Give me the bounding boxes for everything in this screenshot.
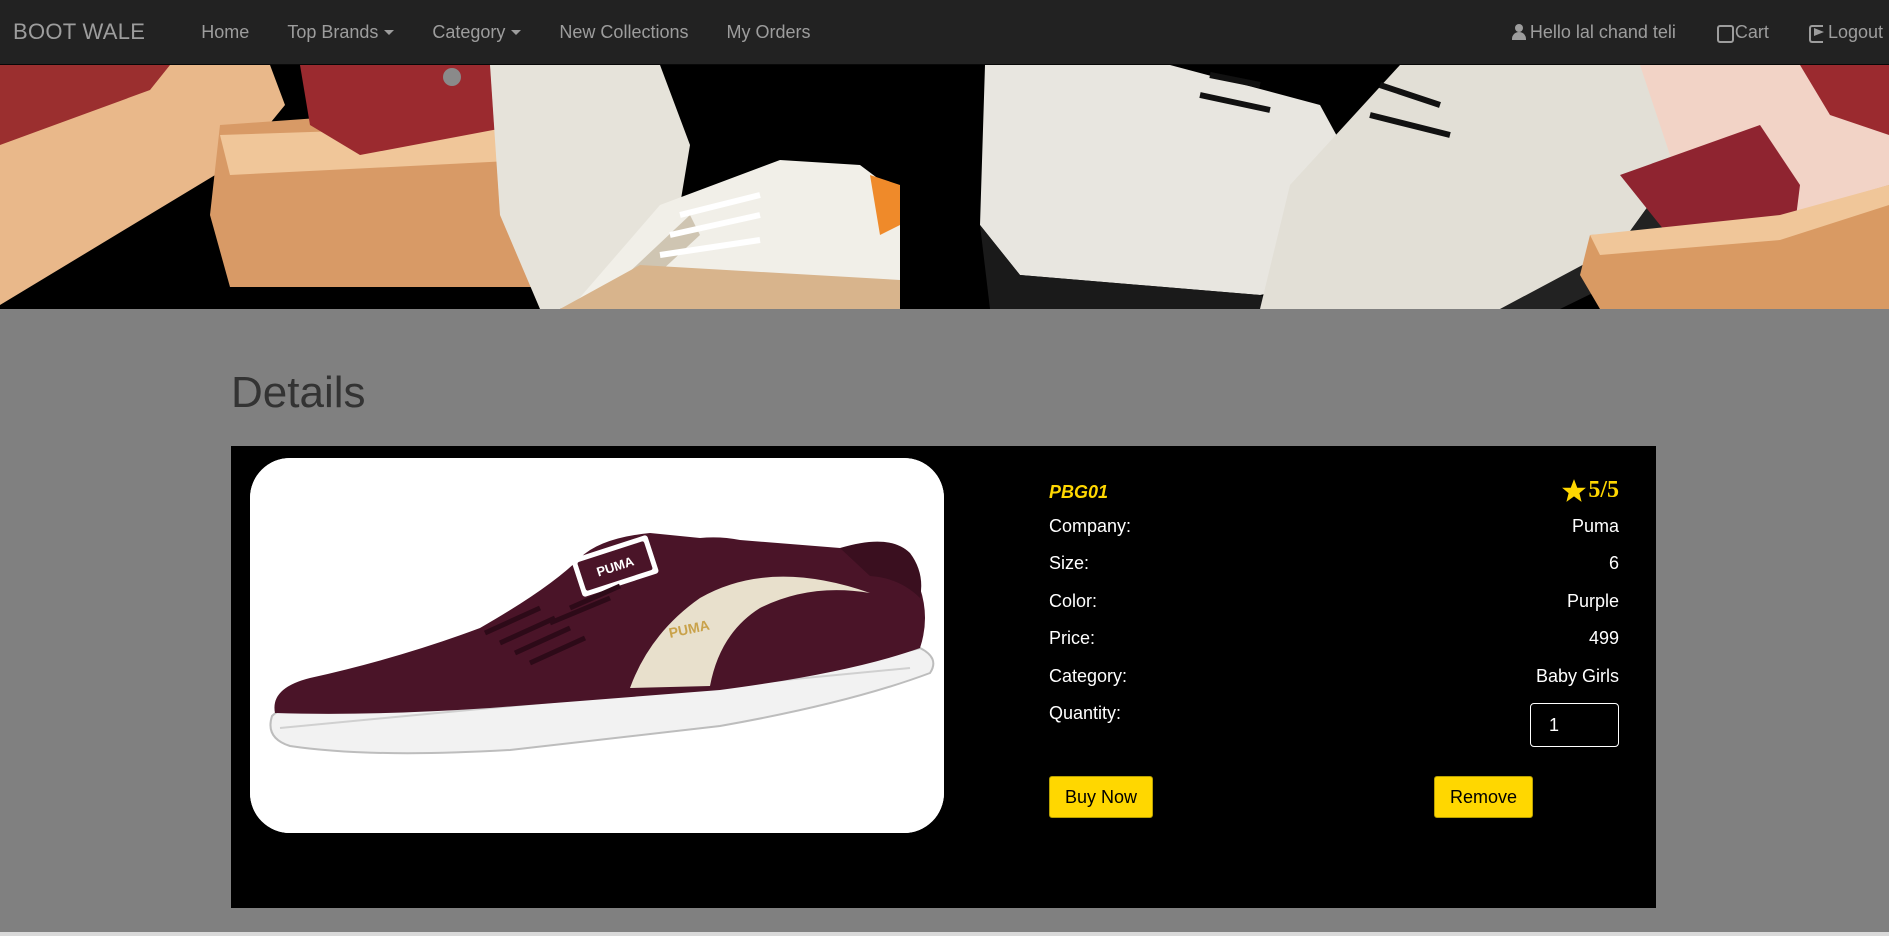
color-value: Purple: [1566, 591, 1619, 611]
price-label: Price:: [1049, 628, 1096, 648]
hero-banner-image: [0, 65, 1889, 309]
brand-logo[interactable]: BOOT WALE: [0, 19, 182, 45]
quantity-label: Quantity:: [1049, 703, 1122, 723]
price-value: 499: [1588, 628, 1619, 648]
logout-label: Logout: [1827, 21, 1883, 42]
nav-menu: Home Top Brands Category New Collections…: [182, 22, 829, 43]
cart-label: Cart: [1734, 21, 1769, 42]
buy-now-button[interactable]: Buy Now: [1049, 776, 1154, 818]
navbar: BOOT WALE Home Top Brands Category New C…: [0, 0, 1889, 65]
nav-top-brands-dropdown[interactable]: Top Brands: [268, 22, 413, 43]
shoes-banner-illustration: [0, 65, 1889, 309]
nav-new-collections[interactable]: New Collections: [540, 22, 707, 43]
footer-divider: [0, 932, 1889, 936]
user-greeting: Hello lal chand teli: [1529, 21, 1676, 42]
size-label: Size:: [1049, 553, 1090, 573]
logout-icon: [1808, 24, 1825, 43]
cart-link[interactable]: Cart: [1694, 22, 1787, 43]
category-label: Category:: [1049, 666, 1128, 686]
logout-link[interactable]: Logout: [1787, 22, 1886, 43]
product-rating: 5/5: [1561, 477, 1619, 504]
product-detail-card: PUMA PUMA PBG01 5/5 Company: Puma Size: …: [231, 446, 1656, 908]
product-code: PBG01: [1049, 482, 1109, 502]
page-title: Details: [231, 368, 366, 417]
quantity-input[interactable]: [1530, 703, 1619, 747]
nav-my-orders-label: My Orders: [726, 21, 811, 42]
product-image: PUMA PUMA: [250, 458, 944, 833]
color-label: Color:: [1049, 591, 1098, 611]
nav-home-label: Home: [201, 21, 250, 42]
caret-down-icon: [511, 29, 522, 35]
shoe-illustration: PUMA PUMA: [250, 458, 944, 833]
detail-row-color: Color: Purple: [1049, 591, 1619, 612]
caret-down-icon: [384, 29, 395, 35]
nav-my-orders[interactable]: My Orders: [707, 22, 829, 43]
nav-user-menu: Hello lal chand teli Cart Logout: [1489, 22, 1889, 43]
company-value: Puma: [1571, 516, 1619, 536]
nav-home[interactable]: Home: [182, 22, 268, 43]
detail-row-category: Category: Baby Girls: [1049, 666, 1619, 687]
detail-row-company: Company: Puma: [1049, 516, 1619, 537]
user-profile-link[interactable]: Hello lal chand teli: [1489, 22, 1694, 43]
detail-row-price: Price: 499: [1049, 628, 1619, 649]
star-icon: [1562, 478, 1587, 502]
cart-icon: [1716, 24, 1734, 43]
size-value: 6: [1608, 553, 1619, 573]
rating-value: 5/5: [1588, 477, 1619, 503]
remove-button[interactable]: Remove: [1434, 776, 1534, 818]
product-header-row: PBG01 5/5: [1049, 477, 1619, 504]
category-value: Baby Girls: [1535, 666, 1619, 686]
nav-top-brands-label: Top Brands: [287, 21, 379, 42]
detail-row-size: Size: 6: [1049, 553, 1619, 574]
nav-category-dropdown[interactable]: Category: [413, 22, 540, 43]
nav-category-label: Category: [432, 21, 506, 42]
nav-new-collections-label: New Collections: [559, 21, 689, 42]
user-icon: [1511, 24, 1527, 40]
detail-row-quantity: Quantity:: [1049, 703, 1619, 747]
company-label: Company:: [1049, 516, 1132, 536]
